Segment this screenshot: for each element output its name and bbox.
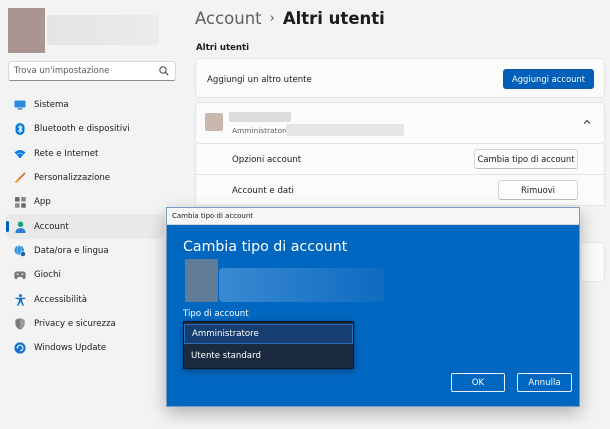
add-user-label: Aggiungi un altro utente bbox=[207, 75, 312, 85]
sidebar-item-app[interactable]: App bbox=[6, 190, 164, 214]
user-thumbnail bbox=[205, 113, 223, 131]
sidebar-item-bluetooth[interactable]: Bluetooth e dispositivi bbox=[6, 117, 164, 141]
account-data-label: Account e dati bbox=[232, 186, 294, 196]
sidebar-item-label: Account bbox=[34, 221, 69, 232]
sidebar-item-label: Rete e Internet bbox=[34, 148, 99, 159]
brush-icon bbox=[14, 172, 26, 184]
sidebar-item-label: Giochi bbox=[34, 270, 61, 281]
account-type-label: Tipo di account bbox=[183, 309, 249, 319]
sidebar-item-label: Personalizzazione bbox=[34, 173, 111, 184]
sidebar-item-accessibilita[interactable]: Accessibilità bbox=[6, 287, 164, 311]
breadcrumb-parent[interactable]: Account bbox=[195, 9, 262, 28]
dialog-user-name-blurred bbox=[219, 268, 384, 302]
sidebar-item-windows-update[interactable]: Windows Update bbox=[6, 336, 164, 360]
background-card-edge bbox=[582, 242, 605, 282]
accessibility-icon bbox=[14, 293, 26, 306]
user-email-blurred bbox=[286, 124, 404, 136]
search-icon[interactable] bbox=[158, 65, 170, 77]
sidebar-item-giochi[interactable]: Giochi bbox=[6, 263, 164, 287]
dialog-window-title: Cambia tipo di account bbox=[172, 212, 254, 220]
sidebar-item-rete[interactable]: Rete e Internet bbox=[6, 142, 164, 166]
section-title: Altri utenti bbox=[196, 43, 250, 53]
sidebar-item-privacy[interactable]: Privacy e sicurezza bbox=[6, 312, 164, 336]
add-user-card: Aggiungi un altro utente Aggiungi accoun… bbox=[195, 58, 605, 98]
user-avatar[interactable] bbox=[8, 8, 45, 53]
settings-search-input[interactable] bbox=[14, 64, 154, 78]
sidebar-item-label: Bluetooth e dispositivi bbox=[34, 124, 130, 135]
update-icon bbox=[14, 342, 26, 354]
wifi-icon bbox=[14, 148, 26, 160]
sidebar-item-account[interactable]: Account bbox=[6, 214, 164, 239]
sidebar-item-label: Windows Update bbox=[34, 343, 107, 354]
add-account-button[interactable]: Aggiungi account bbox=[503, 69, 594, 89]
globe-clock-icon bbox=[14, 245, 26, 257]
account-options-row: Opzioni account Cambia tipo di account bbox=[195, 144, 605, 175]
change-account-type-dialog: Cambia tipo di account Cambia tipo di ac… bbox=[166, 207, 580, 407]
remove-button[interactable]: Rimuovi bbox=[498, 180, 578, 200]
sidebar-item-personalizzazione[interactable]: Personalizzazione bbox=[6, 166, 164, 190]
account-data-row: Account e dati Rimuovi bbox=[195, 175, 605, 206]
dialog-user-avatar bbox=[185, 259, 218, 302]
shield-icon bbox=[14, 318, 26, 330]
sidebar-item-label: Accessibilità bbox=[34, 294, 88, 305]
page-title: Altri utenti bbox=[282, 9, 385, 28]
chevron-up-icon[interactable] bbox=[582, 117, 592, 127]
bluetooth-icon bbox=[14, 123, 26, 136]
ok-button[interactable]: OK bbox=[451, 373, 505, 392]
sidebar-item-label: App bbox=[34, 197, 51, 208]
dialog-heading: Cambia tipo di account bbox=[183, 239, 348, 255]
monitor-icon bbox=[14, 99, 26, 111]
account-type-dropdown[interactable]: Amministratore Utente standard bbox=[183, 321, 354, 369]
account-options-label: Opzioni account bbox=[232, 155, 302, 165]
sidebar-nav: Sistema Bluetooth e dispositivi Rete e I… bbox=[6, 93, 164, 360]
user-name-blurred bbox=[229, 112, 291, 122]
dialog-titlebar[interactable]: Cambia tipo di account bbox=[167, 208, 579, 225]
user-role: Amministratore · bbox=[232, 126, 295, 135]
cancel-button[interactable]: Annulla bbox=[517, 373, 572, 392]
user-name-blurred bbox=[47, 15, 159, 45]
sidebar-item-data-ora[interactable]: Data/ora e lingua bbox=[6, 239, 164, 263]
change-account-type-button[interactable]: Cambia tipo di account bbox=[474, 149, 578, 169]
sidebar-item-label: Privacy e sicurezza bbox=[34, 318, 116, 329]
user-card[interactable]: Amministratore · bbox=[195, 102, 605, 144]
person-icon bbox=[14, 221, 26, 233]
breadcrumb-separator-icon: › bbox=[269, 11, 275, 26]
gamepad-icon bbox=[14, 269, 26, 281]
option-amministratore[interactable]: Amministratore bbox=[184, 324, 353, 344]
sidebar-item-label: Sistema bbox=[34, 100, 69, 111]
sidebar-item-sistema[interactable]: Sistema bbox=[6, 93, 164, 117]
apps-icon bbox=[14, 196, 26, 208]
settings-search-box[interactable] bbox=[8, 61, 176, 81]
sidebar-item-label: Data/ora e lingua bbox=[34, 245, 109, 256]
option-utente-standard[interactable]: Utente standard bbox=[184, 346, 353, 366]
breadcrumb: Account › Altri utenti bbox=[195, 9, 385, 28]
